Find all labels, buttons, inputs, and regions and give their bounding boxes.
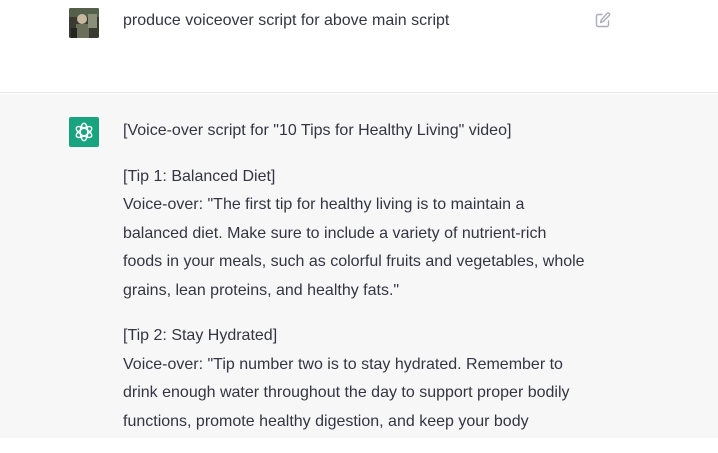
- edit-message-button[interactable]: [594, 11, 612, 29]
- assistant-avatar: [69, 117, 99, 147]
- tip-line: functions, promote healthy digestion, an…: [123, 412, 529, 430]
- tip-line: drink enough water throughout the day to…: [123, 384, 570, 401]
- tip-block-2: [Tip 2: Stay Hydrated] Voice-over: "Tip …: [123, 322, 603, 436]
- openai-logo-icon: [75, 122, 93, 142]
- tip-block-1: [Tip 1: Balanced Diet] Voice-over: "The …: [123, 163, 603, 306]
- edit-pencil-icon: [595, 12, 611, 28]
- tip-line: foods in your meals, such as colorful fr…: [123, 253, 585, 270]
- tip-title: [Tip 1: Balanced Diet]: [123, 167, 276, 185]
- tip-title: [Tip 2: Stay Hydrated]: [123, 327, 278, 344]
- user-photo-avatar-icon: [69, 8, 99, 38]
- user-message-text: produce voiceover script for above main …: [123, 12, 450, 29]
- user-message-row: produce voiceover script for above main …: [0, 0, 718, 93]
- assistant-message-row: [Voice-over script for "10 Tips for Heal…: [0, 94, 718, 438]
- tip-line: Voice-over: "The first tip for healthy l…: [123, 196, 525, 213]
- response-heading: [Voice-over script for "10 Tips for Heal…: [123, 122, 512, 139]
- user-avatar: [69, 8, 99, 38]
- tip-line: Voice-over: "Tip number two is to stay h…: [123, 355, 563, 373]
- tip-line: balanced diet. Make sure to include a va…: [123, 224, 547, 242]
- assistant-response: [Voice-over script for "10 Tips for Heal…: [123, 117, 603, 453]
- tip-line: grains, lean proteins, and healthy fats.…: [123, 281, 400, 299]
